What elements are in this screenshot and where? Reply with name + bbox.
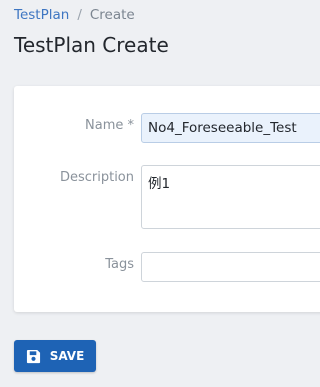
description-textarea[interactable]: 例1 <box>141 165 320 229</box>
page-title: TestPlan Create <box>14 33 169 57</box>
save-button-label: SAVE <box>49 349 85 363</box>
breadcrumb-link-testplan[interactable]: TestPlan <box>14 7 69 23</box>
form-card: Name * Description 例1 Tags <box>14 86 320 312</box>
name-label: Name * <box>85 118 134 133</box>
name-input[interactable] <box>141 113 320 143</box>
tags-input[interactable] <box>141 252 320 282</box>
breadcrumb-separator: / <box>77 7 82 23</box>
breadcrumb: TestPlan / Create <box>14 7 135 23</box>
breadcrumb-current: Create <box>89 7 135 23</box>
save-button[interactable]: SAVE <box>14 340 96 372</box>
floppy-disk-icon <box>26 349 41 364</box>
description-label: Description <box>59 170 134 185</box>
tags-label: Tags <box>105 257 134 272</box>
